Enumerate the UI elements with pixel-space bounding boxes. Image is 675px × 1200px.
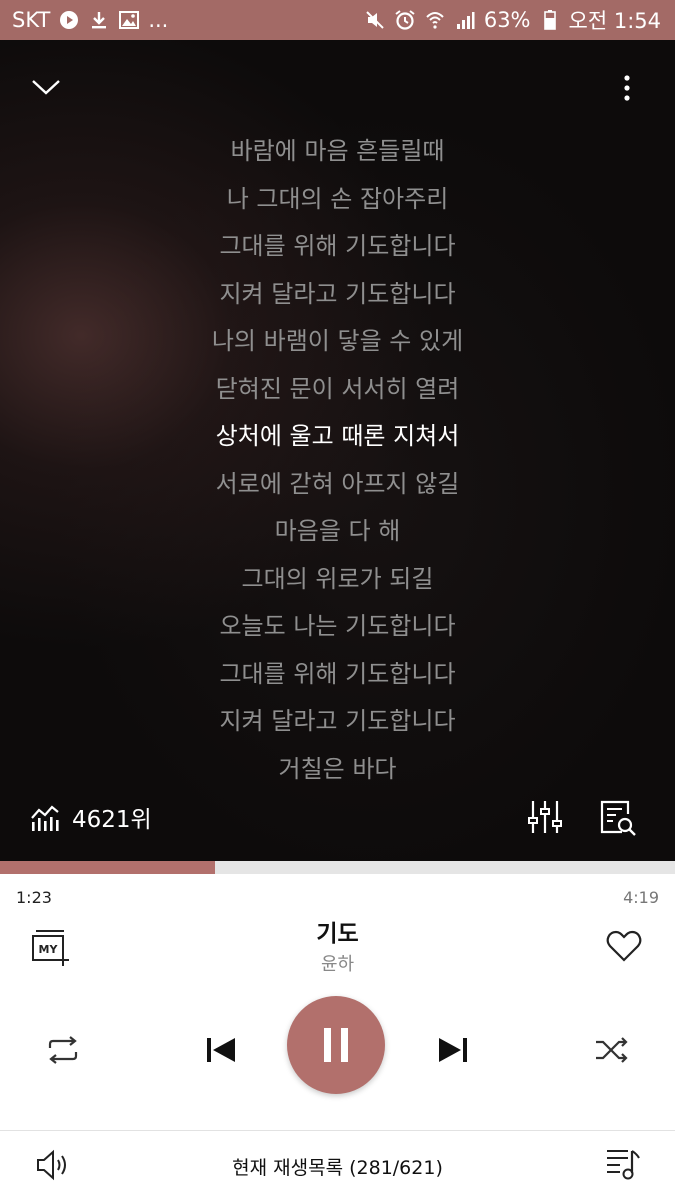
download-icon [88,9,110,31]
progress-bar[interactable] [0,861,675,874]
lyric-line[interactable]: 지켜 달라고 기도합니다 [0,271,675,319]
lyric-line[interactable]: 그대를 위해 기도합니다 [0,651,675,699]
shuffle-button[interactable] [593,1032,631,1068]
lyric-line[interactable]: 서로에 갇혀 아프지 않길 [0,461,675,509]
status-left: SKT ... [12,8,168,32]
lyric-line[interactable]: 마음을 다 해 [0,508,675,556]
battery-icon [539,9,561,31]
playlist-icon [607,1150,640,1180]
lyric-line[interactable]: 나의 바램이 닿을 수 있게 [0,318,675,366]
bottom-divider [0,1130,675,1131]
repeat-button[interactable] [44,1032,82,1068]
chart-rank-button[interactable]: 4621위 [30,800,152,834]
lyrics-list: 바람에 마음 흔들릴때 나 그대의 손 잡아주리 그대를 위해 기도합니다 지켜… [0,128,675,793]
more-options-button[interactable] [607,68,647,108]
song-title: 기도 [316,921,359,947]
equalizer-button[interactable] [526,798,564,836]
current-playlist-button[interactable]: 현재 재생목록 (281/621) [0,1153,675,1180]
pause-button[interactable] [287,996,385,1094]
more-vertical-icon [624,75,630,101]
alarm-icon [394,9,416,31]
pause-icon [324,1028,348,1062]
lyrics-search-button[interactable] [598,798,638,838]
lyric-line[interactable]: 거칠은 바다 [0,746,675,794]
skip-previous-icon [207,1038,235,1062]
lyric-line[interactable]: 지켜 달라고 기도합니다 [0,698,675,746]
chevron-down-icon [32,80,60,95]
chart-icon [31,805,59,831]
lyrics-panel[interactable]: 바람에 마음 흔들릴때 나 그대의 손 잡아주리 그대를 위해 기도합니다 지켜… [0,40,675,861]
battery-percent: 63% [483,8,531,32]
chart-rank-label: 4621위 [72,807,152,833]
lyric-line[interactable]: 나 그대의 손 잡아주리 [0,176,675,224]
elapsed-time: 1:23 [16,888,52,907]
mute-icon [364,9,386,31]
image-icon [118,9,140,31]
skip-next-icon [439,1038,467,1062]
heart-icon [606,930,642,962]
like-button[interactable] [606,930,646,966]
lyric-line-current[interactable]: 상처에 울고 때론 지쳐서 [0,413,675,461]
carrier-label: SKT [12,8,51,32]
previous-button[interactable] [202,1032,240,1068]
lyric-line[interactable]: 오늘도 나는 기도합니다 [0,603,675,651]
lyric-line[interactable]: 닫혀진 문이 서서히 열려 [0,366,675,414]
collapse-button[interactable] [26,70,66,104]
signal-icon [454,9,476,31]
play-circle-icon [58,9,80,31]
lyric-line[interactable]: 그대의 위로가 되길 [0,556,675,604]
total-time: 4:19 [623,888,659,907]
equalizer-icon [528,801,562,833]
shuffle-icon [596,1037,628,1063]
wifi-icon [424,9,446,31]
more-dots-icon: ... [148,8,169,32]
status-bar: SKT ... 63% 오전 1:54 [0,0,675,40]
artist-name[interactable]: 윤하 [0,950,675,976]
lyric-line[interactable]: 바람에 마음 흔들릴때 [0,128,675,176]
playlist-button[interactable] [604,1146,642,1182]
repeat-icon [48,1036,78,1064]
clock: 오전 1:54 [568,9,661,33]
progress-fill [0,861,215,874]
next-button[interactable] [434,1032,472,1068]
lyrics-search-icon [600,800,636,836]
status-right: 63% 오전 1:54 [364,5,661,35]
lyric-line[interactable]: 그대를 위해 기도합니다 [0,223,675,271]
